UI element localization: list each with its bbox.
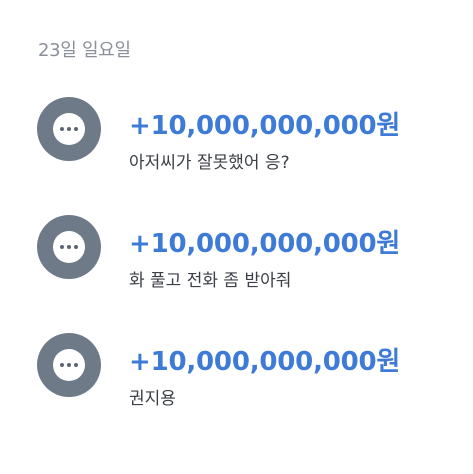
more-dots-icon xyxy=(37,97,101,161)
transaction-memo: 화 풀고 전화 좀 받아줘 xyxy=(129,271,292,291)
transaction-item[interactable]: +10,000,000,000원 화 풀고 전화 좀 받아줘 xyxy=(0,215,473,305)
transaction-memo: 권지용 xyxy=(129,389,176,409)
transaction-memo: 아저씨가 잘못했어 응? xyxy=(129,153,290,173)
transaction-amount: +10,000,000,000원 xyxy=(129,347,401,377)
transaction-amount: +10,000,000,000원 xyxy=(129,111,401,141)
transaction-item[interactable]: +10,000,000,000원 권지용 xyxy=(0,333,473,423)
transaction-item[interactable]: +10,000,000,000원 아저씨가 잘못했어 응? xyxy=(0,97,473,187)
transaction-amount: +10,000,000,000원 xyxy=(129,229,401,259)
more-dots-icon xyxy=(37,215,101,279)
more-dots-icon xyxy=(37,333,101,397)
date-header: 23일 일요일 xyxy=(38,40,131,61)
